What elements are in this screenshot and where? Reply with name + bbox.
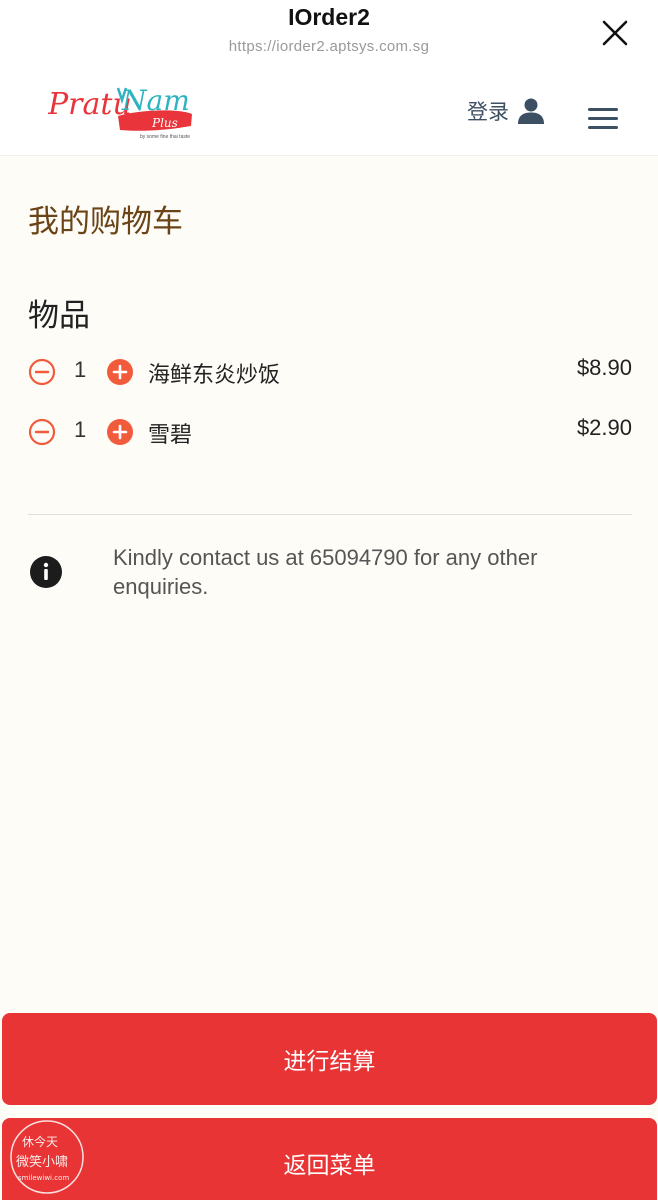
back-to-menu-label: 返回菜单: [283, 1153, 376, 1179]
minus-circle-icon: [28, 358, 56, 386]
watermark-line3: smilewiwi.com: [18, 1174, 69, 1182]
info-icon: [30, 556, 62, 588]
increase-qty-button[interactable]: [106, 358, 134, 386]
checkout-button[interactable]: 进行结算: [2, 1013, 657, 1105]
login-label: 登录: [467, 100, 509, 124]
browser-title: IOrder2: [288, 4, 370, 30]
browser-url[interactable]: https://iorder2.aptsys.com.sg: [0, 38, 658, 55]
checkout-label: 进行结算: [283, 1049, 376, 1075]
app-header: Pratu Nam Plus by some fine thai taste 登…: [0, 66, 658, 156]
user-icon: [518, 98, 544, 124]
decrease-qty-button[interactable]: [28, 358, 56, 386]
item-quantity: 1: [74, 357, 87, 382]
svg-text:Plus: Plus: [151, 116, 178, 130]
items-section-title: 物品: [28, 298, 90, 334]
item-quantity: 1: [74, 417, 87, 442]
brand-logo[interactable]: Pratu Nam Plus by some fine thai taste: [47, 80, 194, 144]
cart-item: 1 海鲜东炎炒饭 $8.90: [28, 352, 632, 392]
svg-text:by some fine thai taste: by some fine thai taste: [140, 134, 190, 140]
login-button[interactable]: 登录: [467, 96, 545, 126]
divider: [28, 514, 632, 515]
plus-circle-icon: [107, 419, 133, 445]
item-price: $8.90: [576, 355, 632, 380]
plus-circle-icon: [107, 359, 133, 385]
decrease-qty-button[interactable]: [28, 418, 56, 446]
info-message: Kindly contact us at 65094790 for any ot…: [113, 545, 538, 599]
increase-qty-button[interactable]: [106, 418, 134, 446]
close-button[interactable]: [598, 16, 632, 50]
watermark-line1: 休今天: [22, 1134, 58, 1149]
item-name: 海鲜东炎炒饭: [148, 363, 281, 388]
hamburger-menu-button[interactable]: [588, 106, 620, 130]
close-icon: [602, 20, 628, 46]
minus-circle-icon: [28, 418, 56, 446]
hamburger-icon: [588, 108, 618, 111]
item-name: 雪碧: [148, 423, 193, 448]
watermark-seal: 休今天 微笑小啸 smilewiwi.com: [8, 1118, 86, 1196]
browser-bar: IOrder2 https://iorder2.aptsys.com.sg: [0, 0, 658, 66]
page-title: 我的购物车: [28, 204, 183, 240]
cart-item: 1 雪碧 $2.90: [28, 412, 632, 452]
svg-text:Nam: Nam: [121, 84, 190, 117]
back-to-menu-button[interactable]: 返回菜单: [2, 1118, 657, 1200]
watermark-line2: 微笑小啸: [16, 1154, 68, 1170]
item-price: $2.90: [576, 415, 632, 440]
